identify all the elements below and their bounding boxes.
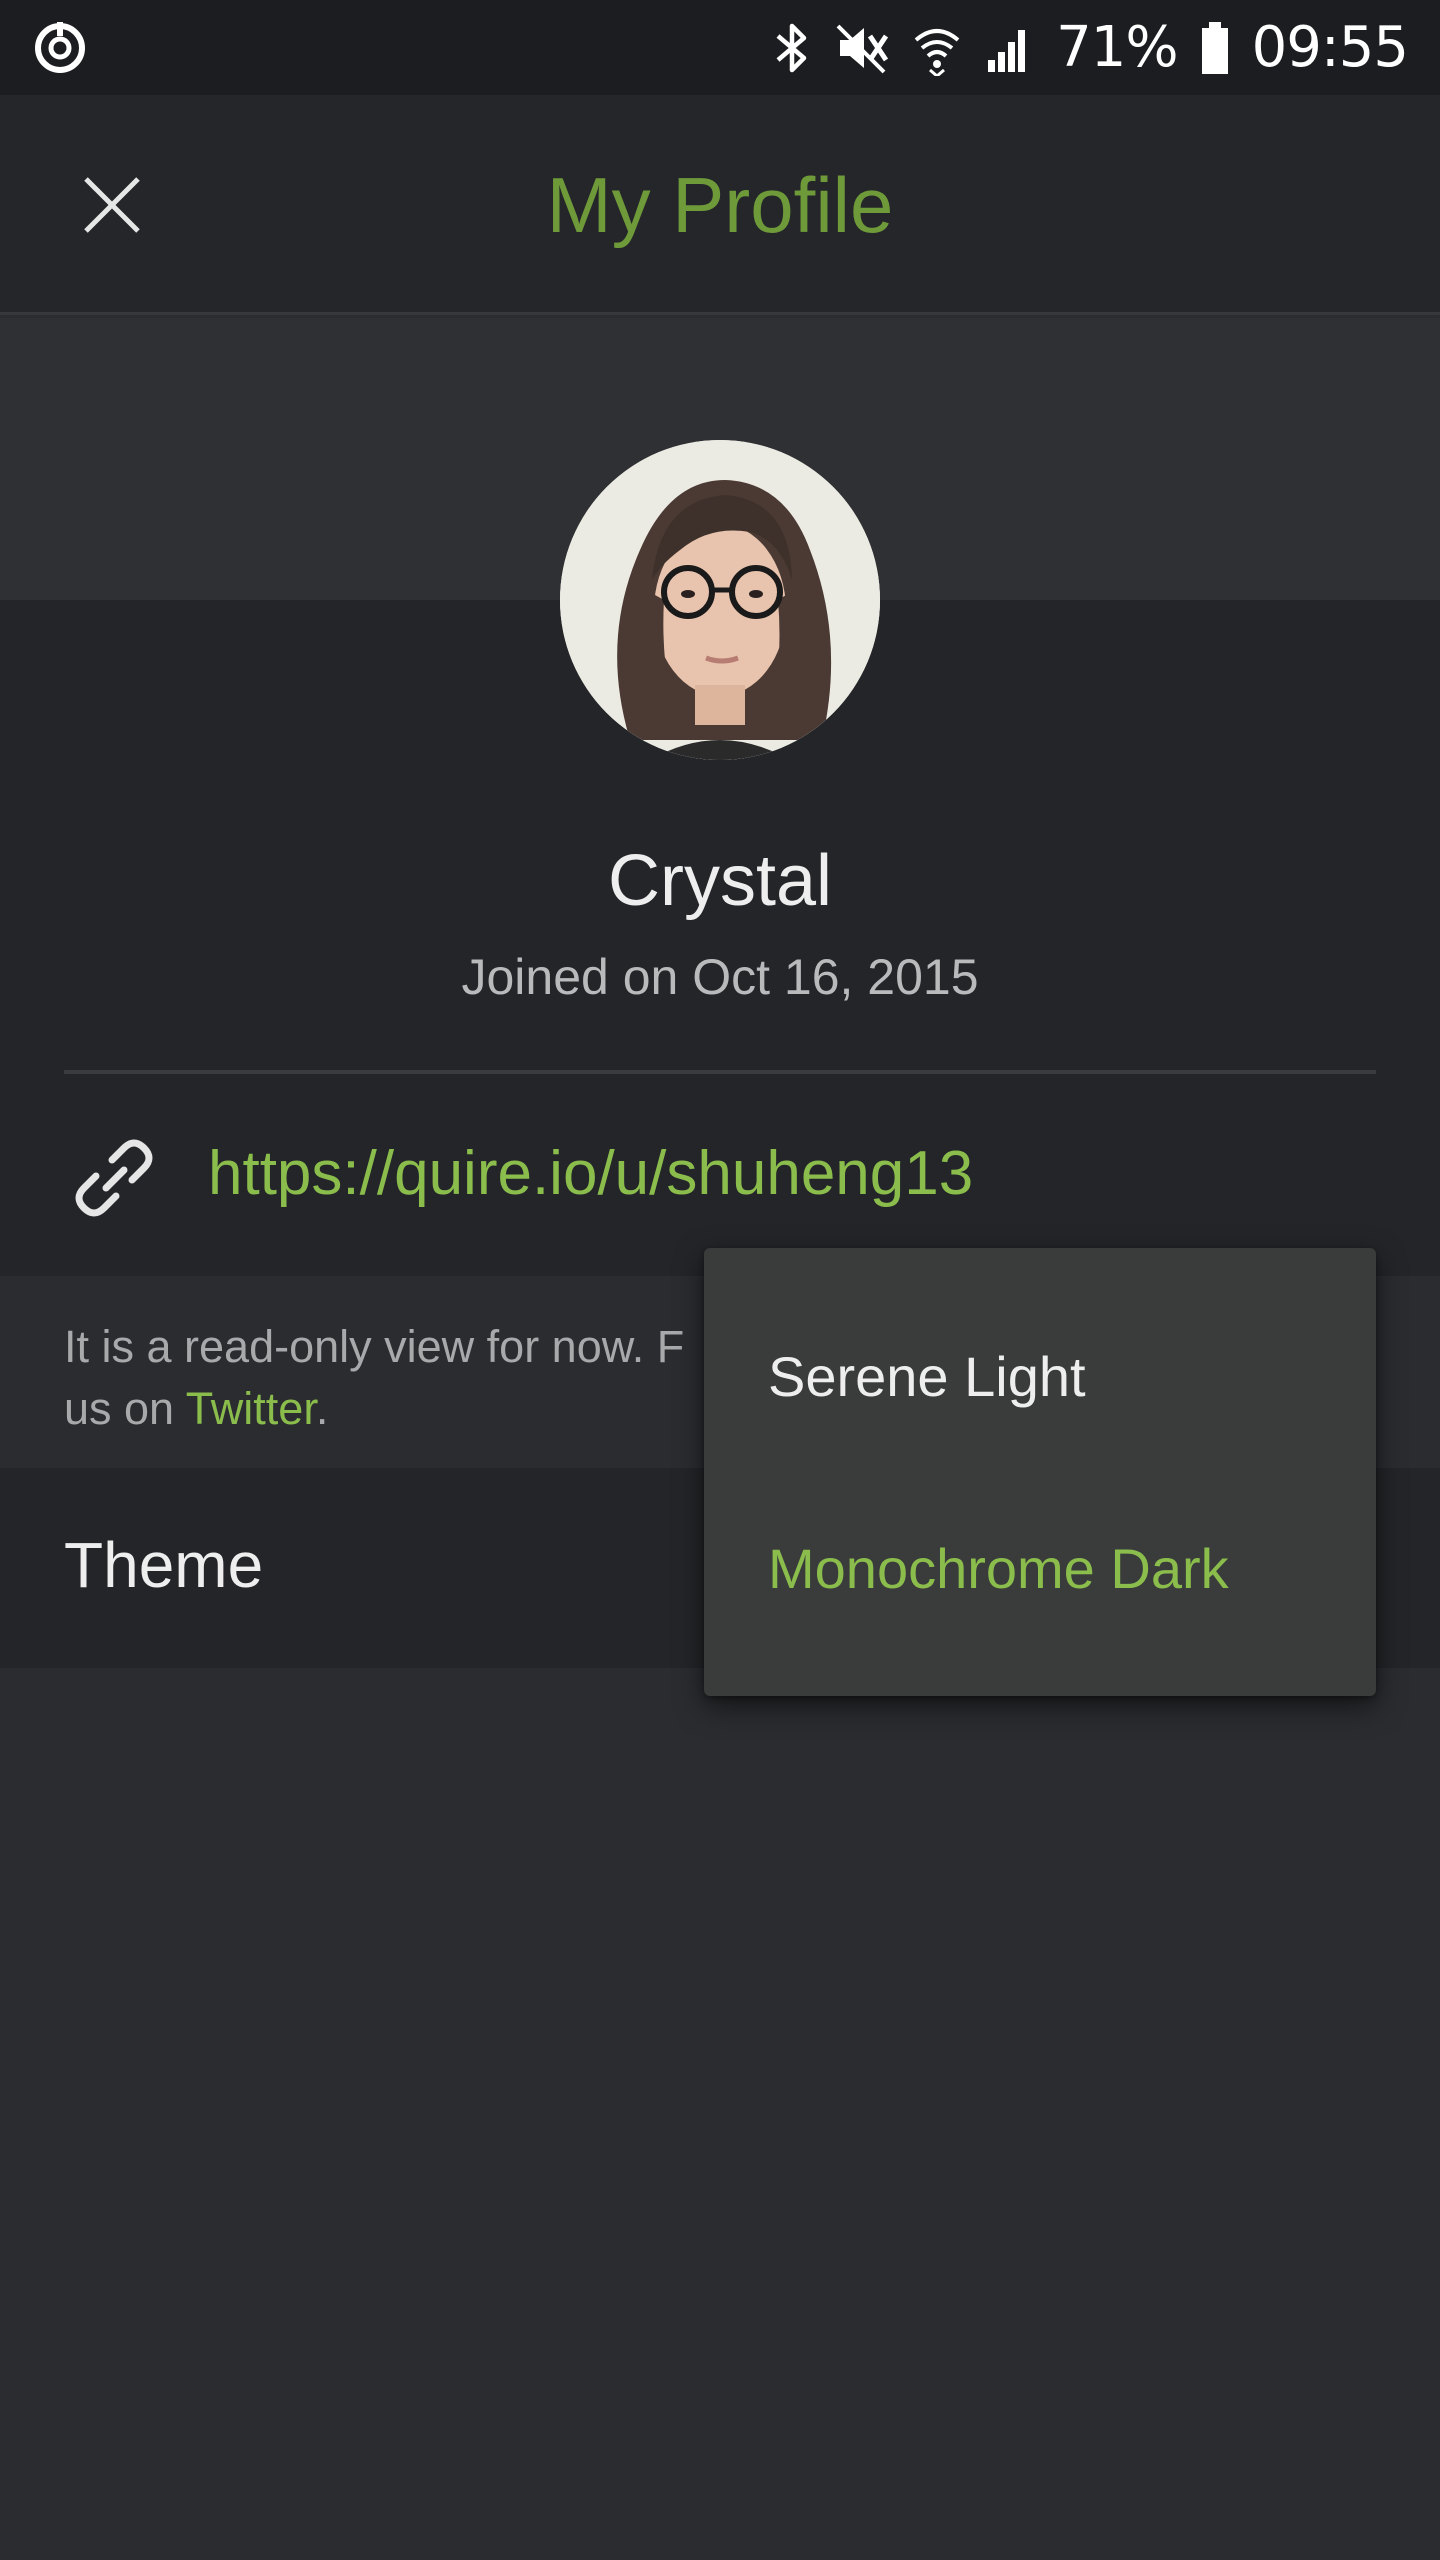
battery-icon	[1200, 20, 1230, 76]
notice-text-3: .	[315, 1383, 329, 1434]
signal-icon	[984, 20, 1034, 76]
battery-percent: 71%	[1056, 15, 1178, 80]
theme-option-monochrome-dark[interactable]: Monochrome Dark	[704, 1472, 1376, 1664]
status-bar: 71% 09:55	[0, 0, 1440, 95]
profile-url-link[interactable]: https://quire.io/u/shuheng13	[208, 1138, 973, 1209]
joined-date: Joined on Oct 16, 2015	[461, 949, 979, 1005]
twitter-link[interactable]: Twitter	[186, 1383, 316, 1434]
user-name: Crystal	[607, 841, 832, 921]
close-button[interactable]	[72, 167, 152, 247]
link-icon	[66, 1130, 162, 1226]
avatar[interactable]	[560, 440, 880, 760]
sync-icon	[32, 20, 88, 76]
app-header: My Profile	[0, 95, 1440, 315]
wifi-icon	[912, 20, 962, 76]
bluetooth-icon	[772, 20, 812, 76]
theme-label: Theme	[64, 1529, 264, 1601]
divider	[64, 1070, 1376, 1074]
theme-option-serene-light[interactable]: Serene Light	[704, 1280, 1376, 1472]
clock: 09:55	[1251, 15, 1409, 80]
notice-text-2: us on	[64, 1383, 186, 1434]
theme-dropdown-menu: Serene Light Monochrome Dark	[704, 1248, 1376, 1696]
mute-icon	[834, 20, 890, 76]
close-icon	[82, 175, 142, 240]
page-title: My Profile	[546, 160, 894, 249]
notice-text-1: It is a read-only view for now. F	[64, 1321, 685, 1372]
